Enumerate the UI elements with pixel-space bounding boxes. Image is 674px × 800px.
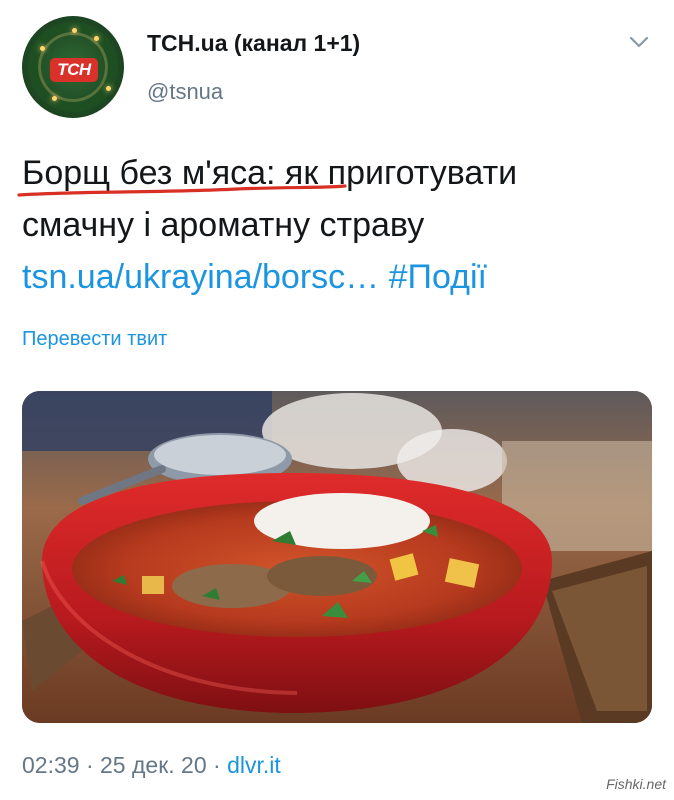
source-link[interactable]: dlvr.it: [227, 752, 281, 778]
red-underline-annotation: [17, 184, 347, 197]
watermark: Fishki.net: [606, 776, 666, 792]
article-link[interactable]: tsn.ua/ukrayina/borsc…: [22, 258, 379, 296]
meta-separator: ·: [85, 752, 94, 778]
author-handle[interactable]: @tsnua: [147, 79, 223, 105]
avatar-light: [72, 28, 77, 33]
tweet-text-line-2: смачну і ароматну страву: [22, 206, 425, 244]
meta-separator: ·: [213, 752, 221, 778]
avatar-logo: ТСН: [50, 58, 98, 82]
avatar[interactable]: ТСН: [22, 16, 124, 118]
tweet-text-line-3: tsn.ua/ukrayina/borsc… #Події: [22, 251, 662, 303]
avatar-light: [52, 96, 57, 101]
tweet-date[interactable]: 25 дек. 20: [100, 752, 207, 778]
borscht-photo: [22, 391, 652, 723]
author-name[interactable]: ТСН.ua (канал 1+1): [147, 30, 360, 57]
tweet-meta: 02:39 · 25 дек. 20 · dlvr.it: [22, 752, 281, 779]
tweet-photo[interactable]: [22, 391, 652, 723]
avatar-light: [40, 46, 45, 51]
tweet-time[interactable]: 02:39: [22, 752, 80, 778]
translate-button[interactable]: Перевести твит: [22, 328, 167, 351]
avatar-light: [94, 36, 99, 41]
chevron-down-icon[interactable]: [628, 34, 650, 50]
avatar-light: [106, 86, 111, 91]
hashtag-link[interactable]: #Події: [389, 258, 487, 296]
tweet-text: Борщ без м'яса: як приготувати смачну і …: [22, 147, 662, 303]
